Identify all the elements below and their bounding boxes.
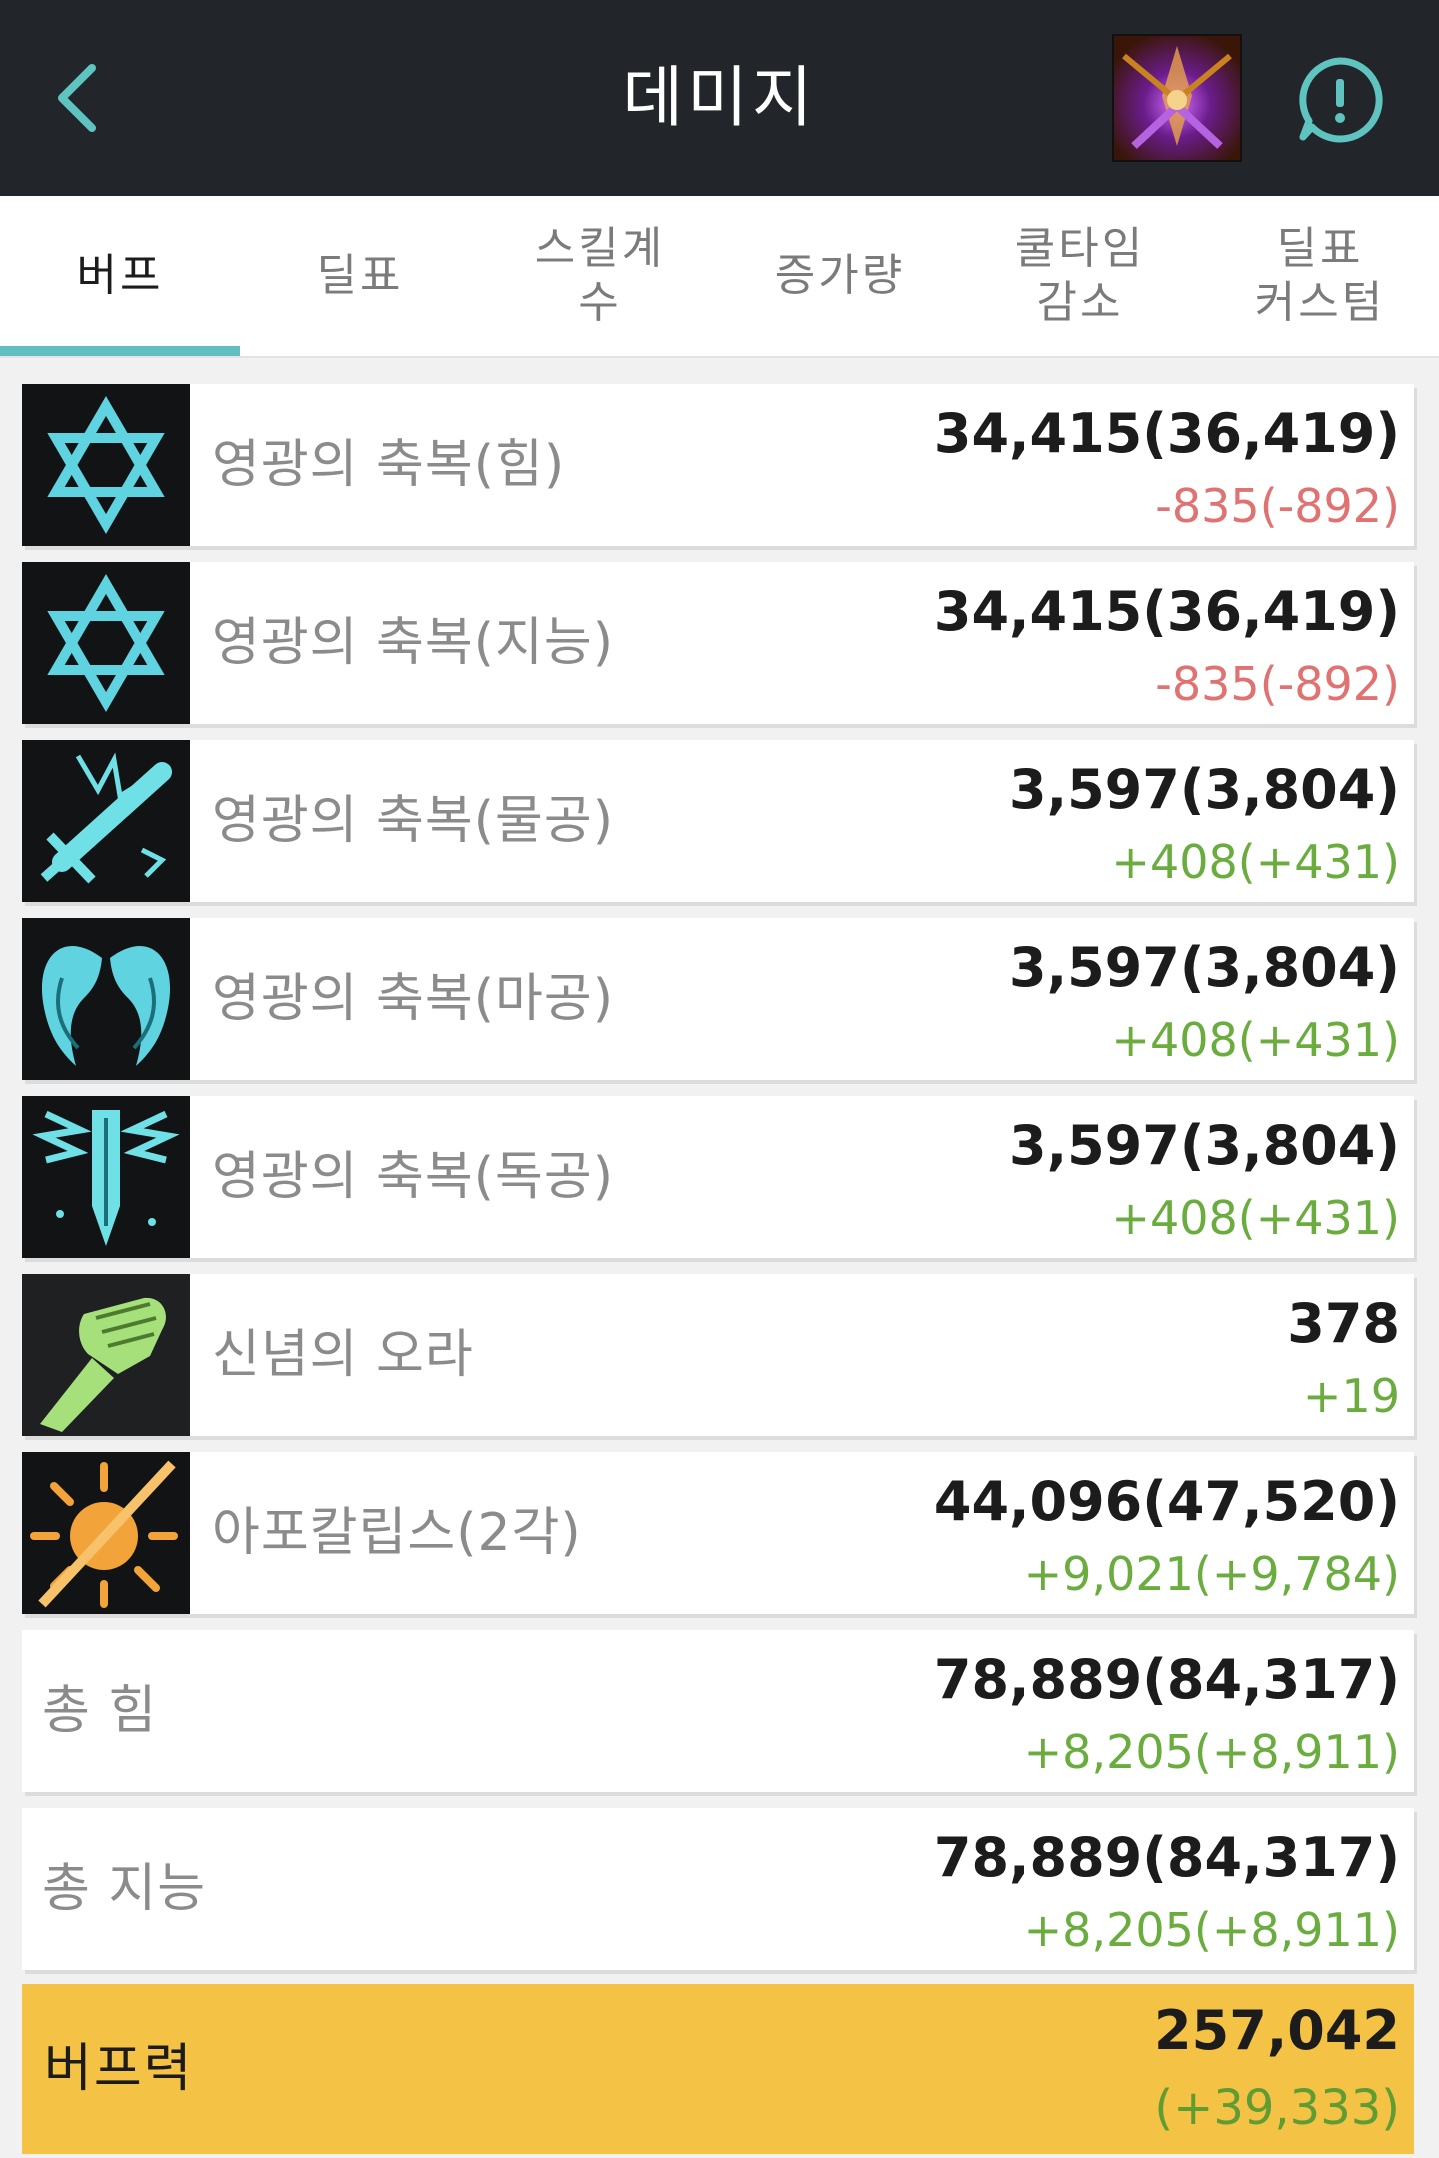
sunburst-icon	[22, 1452, 190, 1614]
buff-value: 3,597(3,804)	[1009, 936, 1400, 999]
buff-name: 영광의 축복(독공)	[212, 1147, 614, 1207]
alert-chat-icon	[1299, 57, 1383, 143]
buff-delta: -835(-892)	[1155, 479, 1400, 533]
buff-power-value: 257,042	[1154, 1999, 1400, 2062]
list-item[interactable]: 신념의 오라 378 +19	[22, 1274, 1414, 1436]
report-button[interactable]	[1295, 55, 1385, 145]
buff-value: 34,415(36,419)	[933, 402, 1400, 465]
character-avatar[interactable]	[1112, 34, 1242, 162]
tab-custom-damage-table[interactable]: 딜표 커스텀	[1200, 196, 1439, 356]
sword-icon	[22, 740, 190, 902]
total-strength-row: 총 힘 78,889(84,317) +8,205(+8,911)	[22, 1630, 1414, 1792]
buff-value: 3,597(3,804)	[1009, 1114, 1400, 1177]
buff-delta: +408(+431)	[1111, 1191, 1400, 1245]
buff-power-label: 버프력	[44, 2039, 194, 2099]
buff-value: 44,096(47,520)	[933, 1470, 1400, 1533]
fist-icon	[22, 1274, 190, 1436]
tab-cooldown-reduction[interactable]: 쿨타임 감소	[960, 196, 1200, 356]
buff-delta: +9,021(+9,784)	[1023, 1547, 1400, 1601]
tab-damage-table[interactable]: 딜표	[240, 196, 480, 356]
total-name: 총 힘	[42, 1681, 158, 1741]
tab-increase[interactable]: 증가량	[720, 196, 960, 356]
buff-name: 영광의 축복(지능)	[212, 613, 614, 673]
buff-name: 영광의 축복(마공)	[212, 969, 614, 1029]
list-item[interactable]: 아포칼립스(2각) 44,096(47,520) +9,021(+9,784)	[22, 1452, 1414, 1614]
buff-power-delta: (+39,333)	[1154, 2080, 1400, 2136]
buff-power-row: 버프력 257,042 (+39,333)	[22, 1984, 1414, 2154]
hexagram-icon	[22, 562, 190, 724]
total-intelligence-row: 총 지능 78,889(84,317) +8,205(+8,911)	[22, 1808, 1414, 1970]
tab-bar: 버프 딜표 스킬계 수 증가량 쿨타임 감소 딜표 커스텀	[0, 196, 1439, 358]
total-name: 총 지능	[42, 1859, 207, 1919]
buff-delta: -835(-892)	[1155, 657, 1400, 711]
total-value: 78,889(84,317)	[933, 1826, 1400, 1889]
buff-delta: +19	[1302, 1369, 1400, 1423]
total-delta: +8,205(+8,911)	[1023, 1725, 1400, 1779]
list-item[interactable]: 영광의 축복(지능) 34,415(36,419) -835(-892)	[22, 562, 1414, 724]
buff-name: 영광의 축복(힘)	[212, 435, 566, 495]
blade-down-icon	[22, 1096, 190, 1258]
buff-value: 3,597(3,804)	[1009, 758, 1400, 821]
list-item[interactable]: 영광의 축복(마공) 3,597(3,804) +408(+431)	[22, 918, 1414, 1080]
wings-icon	[22, 918, 190, 1080]
active-tab-indicator	[0, 346, 240, 356]
buff-delta: +408(+431)	[1111, 835, 1400, 889]
list-item[interactable]: 영광의 축복(힘) 34,415(36,419) -835(-892)	[22, 384, 1414, 546]
total-delta: +8,205(+8,911)	[1023, 1903, 1400, 1957]
buff-delta: +408(+431)	[1111, 1013, 1400, 1067]
character-portrait-icon	[1114, 36, 1240, 160]
app-header: 데미지	[0, 0, 1439, 196]
tab-buff[interactable]: 버프	[0, 196, 240, 356]
buff-name: 영광의 축복(물공)	[212, 791, 614, 851]
buff-name: 신념의 오라	[212, 1325, 474, 1385]
list-item[interactable]: 영광의 축복(물공) 3,597(3,804) +408(+431)	[22, 740, 1414, 902]
total-value: 78,889(84,317)	[933, 1648, 1400, 1711]
hexagram-icon	[22, 384, 190, 546]
buff-name: 아포칼립스(2각)	[212, 1503, 582, 1563]
buff-value: 378	[1287, 1292, 1400, 1355]
tab-skill-coefficient[interactable]: 스킬계 수	[480, 196, 720, 356]
list-item[interactable]: 영광의 축복(독공) 3,597(3,804) +408(+431)	[22, 1096, 1414, 1258]
buff-value: 34,415(36,419)	[933, 580, 1400, 643]
